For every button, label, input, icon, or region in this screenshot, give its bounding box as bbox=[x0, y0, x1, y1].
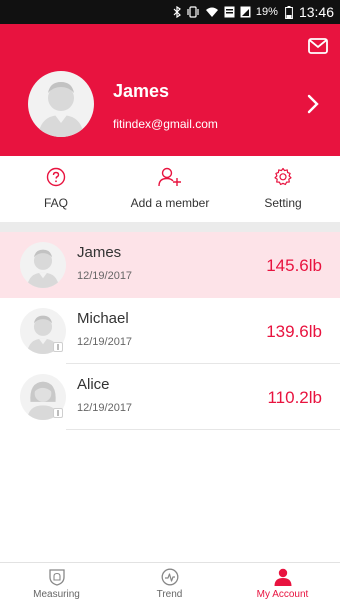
member-row-alice[interactable]: Alice 12/19/2017 110.2lb bbox=[0, 364, 340, 430]
avatar bbox=[28, 71, 94, 137]
avatar bbox=[20, 242, 66, 288]
faq-button[interactable]: FAQ bbox=[26, 156, 86, 222]
tab-label: Measuring bbox=[33, 589, 80, 600]
gear-icon bbox=[274, 167, 292, 186]
member-date: 12/19/2017 bbox=[77, 270, 133, 282]
member-date: 12/19/2017 bbox=[77, 336, 133, 348]
chevron-right-icon[interactable] bbox=[306, 94, 320, 114]
section-divider bbox=[0, 222, 340, 232]
member-name: Michael bbox=[77, 310, 129, 327]
status-icons: 19% bbox=[173, 5, 293, 19]
member-date: 12/19/2017 bbox=[77, 402, 133, 414]
add-member-label: Add a member bbox=[130, 196, 210, 210]
member-weight: 110.2lb bbox=[267, 388, 322, 407]
faq-label: FAQ bbox=[43, 196, 68, 210]
setting-label: Setting bbox=[264, 196, 302, 210]
tab-my-account[interactable]: My Account bbox=[226, 563, 339, 607]
action-row: FAQ Add a member Setting bbox=[0, 156, 340, 222]
wifi-icon bbox=[205, 7, 218, 17]
row-divider bbox=[66, 429, 340, 430]
question-circle-icon bbox=[46, 167, 66, 187]
bluetooth-icon bbox=[173, 6, 181, 18]
male-avatar-icon bbox=[38, 82, 84, 137]
person-icon bbox=[274, 568, 291, 586]
tab-measuring[interactable]: Measuring bbox=[0, 563, 113, 607]
member-weight: 145.6lb bbox=[266, 256, 322, 275]
member-name: Alice bbox=[77, 376, 110, 393]
tab-label: Trend bbox=[156, 589, 183, 600]
add-person-icon bbox=[158, 167, 181, 187]
battery-level: 19% bbox=[255, 6, 278, 18]
mail-icon[interactable] bbox=[308, 38, 328, 54]
status-bar: 19% 13:46 bbox=[0, 0, 340, 24]
bottom-tab-bar: Measuring Trend My Account bbox=[0, 562, 340, 606]
setting-button[interactable]: Setting bbox=[253, 156, 313, 222]
shield-icon bbox=[48, 569, 65, 586]
trend-icon bbox=[161, 568, 178, 586]
signal-icon bbox=[240, 6, 251, 18]
sub-member-badge-icon bbox=[53, 342, 63, 352]
profile-header[interactable]: James fitindex@gmail.com bbox=[0, 24, 340, 156]
member-row-james[interactable]: James 12/19/2017 145.6lb bbox=[0, 232, 340, 298]
clock: 13:46 bbox=[298, 4, 334, 20]
member-name: James bbox=[77, 244, 122, 261]
profile-email: fitindex@gmail.com bbox=[113, 117, 218, 131]
tab-label: My Account bbox=[256, 589, 309, 600]
battery-icon bbox=[285, 5, 293, 19]
add-member-button[interactable]: Add a member bbox=[120, 156, 220, 222]
male-avatar-icon bbox=[26, 249, 60, 288]
member-row-michael[interactable]: Michael 12/19/2017 139.6lb bbox=[0, 298, 340, 364]
member-weight: 139.6lb bbox=[266, 322, 322, 341]
tab-trend[interactable]: Trend bbox=[113, 563, 226, 607]
notification-icon bbox=[224, 6, 235, 18]
vibrate-icon bbox=[187, 6, 199, 18]
sub-member-badge-icon bbox=[53, 408, 63, 418]
member-list: James 12/19/2017 145.6lb Michael 12/19/2… bbox=[0, 232, 340, 430]
profile-name: James bbox=[113, 81, 170, 101]
